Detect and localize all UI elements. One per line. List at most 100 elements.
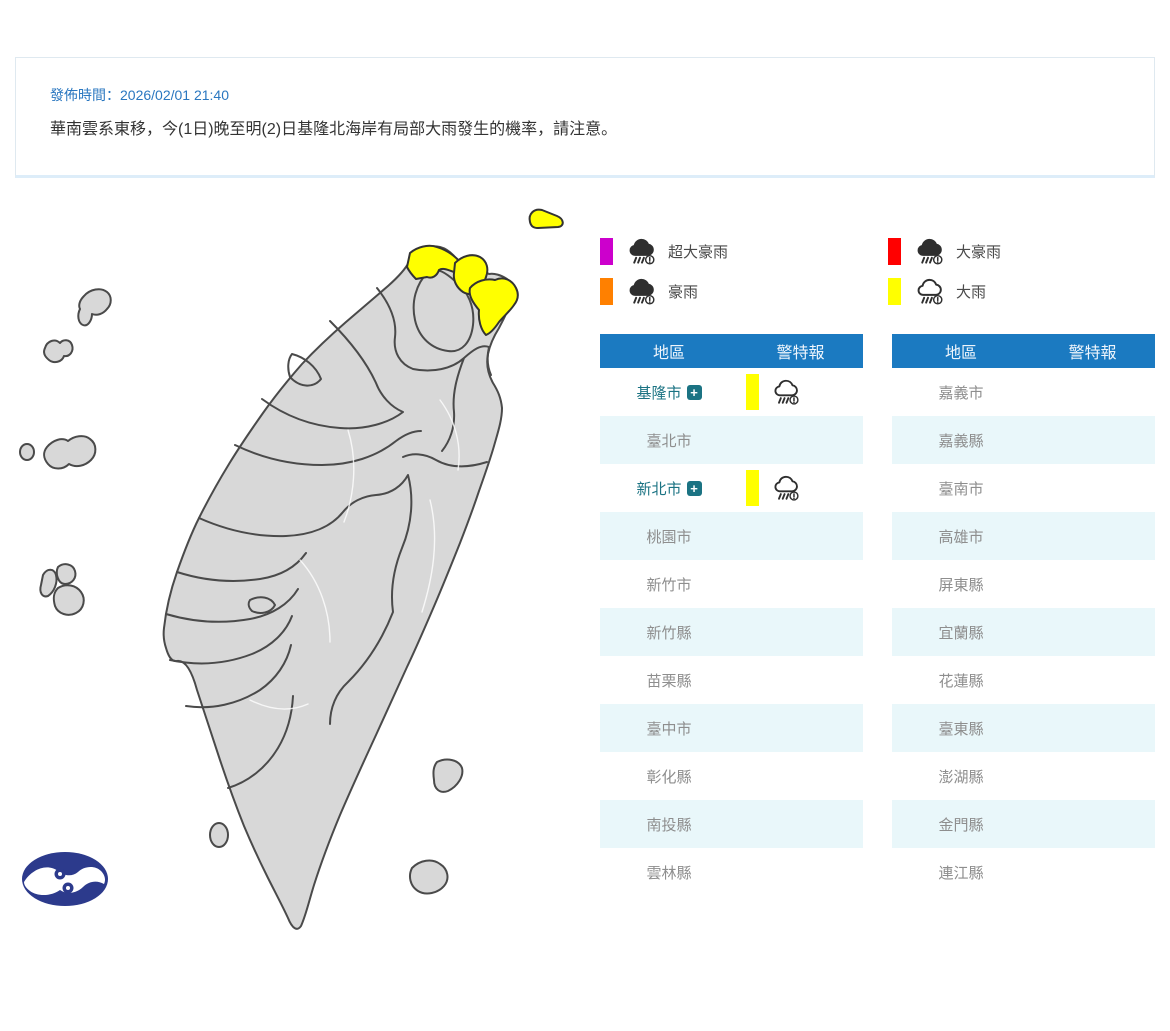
legend-color-swatch (600, 278, 613, 305)
region-cell: 花蓮縣 (892, 670, 1030, 691)
region-cell: 雲林縣 (600, 862, 738, 883)
region-cell: 桃園市 (600, 526, 738, 547)
table-row[interactable]: 新北市 + (600, 464, 863, 512)
region-name: 宜蘭縣 (938, 622, 983, 643)
rain-cloud-icon (771, 473, 801, 503)
region-cell: 新竹縣 (600, 622, 738, 643)
legend-color-swatch (888, 238, 901, 265)
column-header-warning: 警特報 (738, 339, 863, 363)
region-cell: 苗栗縣 (600, 670, 738, 691)
region-name: 桃園市 (646, 526, 691, 547)
region-cell: 彰化縣 (600, 766, 738, 787)
region-cell: 屏東縣 (892, 574, 1030, 595)
rain-cloud-icon (914, 236, 945, 267)
legend-label: 豪雨 (668, 281, 698, 302)
region-name: 屏東縣 (938, 574, 983, 595)
region-cell: 臺南市 (892, 478, 1030, 499)
table-row: 新竹縣 (600, 608, 863, 656)
legend-color-swatch (888, 278, 901, 305)
highlight-islet (530, 210, 563, 228)
legend-label: 超大豪雨 (668, 241, 728, 262)
table-row: 臺中市 (600, 704, 863, 752)
region-cell: 臺北市 (600, 430, 738, 451)
warning-table-west: 地區警特報基隆市 + 臺北市新北市 + 桃園市新竹市新竹縣苗栗縣臺中市彰化縣南投縣雲… (600, 334, 863, 896)
column-header-warning: 警特報 (1030, 339, 1155, 363)
table-row: 臺南市 (892, 464, 1155, 512)
legend-label: 大雨 (956, 281, 986, 302)
region-name: 新竹市 (646, 574, 691, 595)
warning-table-east: 地區警特報嘉義市嘉義縣臺南市高雄市屏東縣宜蘭縣花蓮縣臺東縣澎湖縣金門縣連江縣 (892, 334, 1155, 896)
table-row[interactable]: 基隆市 + (600, 368, 863, 416)
rain-cloud-icon (626, 236, 657, 267)
region-name: 臺南市 (938, 478, 983, 499)
table-row: 嘉義縣 (892, 416, 1155, 464)
region-cell: 高雄市 (892, 526, 1030, 547)
warning-notice-box: 發佈時間：2026/02/01 21:40 華南雲系東移，今(1日)晚至明(2)… (15, 57, 1155, 178)
region-cell: 臺中市 (600, 718, 738, 739)
rain-cloud-icon (626, 276, 657, 307)
region-cell: 基隆市 + (600, 382, 738, 403)
warning-cell (738, 470, 863, 506)
region-name: 苗栗縣 (646, 670, 691, 691)
region-name[interactable]: 基隆市 (636, 382, 681, 403)
expand-plus-icon[interactable]: + (687, 385, 702, 400)
expand-plus-icon[interactable]: + (687, 481, 702, 496)
region-cell: 南投縣 (600, 814, 738, 835)
region-name: 臺中市 (646, 718, 691, 739)
region-cell: 宜蘭縣 (892, 622, 1030, 643)
warning-description: 華南雲系東移，今(1日)晚至明(2)日基隆北海岸有局部大雨發生的機率，請注意。 (50, 115, 617, 139)
warning-level-bar (746, 374, 759, 410)
legend-item: 超大豪雨 (600, 236, 888, 267)
table-row: 雲林縣 (600, 848, 863, 896)
table-row: 金門縣 (892, 800, 1155, 848)
warning-level-bar (746, 470, 759, 506)
table-row: 新竹市 (600, 560, 863, 608)
table-row: 澎湖縣 (892, 752, 1155, 800)
rain-cloud-icon (914, 276, 945, 307)
region-name: 雲林縣 (646, 862, 691, 883)
region-cell: 澎湖縣 (892, 766, 1030, 787)
publish-time: 發佈時間：2026/02/01 21:40 (50, 85, 229, 105)
table-row: 屏東縣 (892, 560, 1155, 608)
legend-item: 豪雨 (600, 276, 888, 307)
region-cell: 連江縣 (892, 862, 1030, 883)
legend-item: 大豪雨 (888, 236, 1160, 267)
cwa-logo (22, 852, 108, 906)
table-row: 臺東縣 (892, 704, 1155, 752)
region-name: 新竹縣 (646, 622, 691, 643)
region-name: 高雄市 (938, 526, 983, 547)
rain-cloud-icon (771, 377, 801, 407)
region-name[interactable]: 新北市 (636, 478, 681, 499)
table-row: 彰化縣 (600, 752, 863, 800)
region-cell: 嘉義縣 (892, 430, 1030, 451)
region-name: 臺東縣 (938, 718, 983, 739)
table-row: 花蓮縣 (892, 656, 1155, 704)
region-name: 南投縣 (646, 814, 691, 835)
legend-item: 大雨 (888, 276, 1160, 307)
region-cell: 臺東縣 (892, 718, 1030, 739)
table-row: 宜蘭縣 (892, 608, 1155, 656)
rain-legend: 超大豪雨 大豪雨 豪雨 (600, 236, 1170, 316)
legend-color-swatch (600, 238, 613, 265)
table-row: 臺北市 (600, 416, 863, 464)
region-name: 澎湖縣 (938, 766, 983, 787)
warning-cell (738, 374, 863, 410)
region-name: 彰化縣 (646, 766, 691, 787)
region-name: 花蓮縣 (938, 670, 983, 691)
region-cell: 嘉義市 (892, 382, 1030, 403)
table-row: 連江縣 (892, 848, 1155, 896)
region-name: 嘉義縣 (938, 430, 983, 451)
table-row: 嘉義市 (892, 368, 1155, 416)
table-row: 高雄市 (892, 512, 1155, 560)
table-header: 地區警特報 (892, 334, 1155, 368)
region-name: 連江縣 (938, 862, 983, 883)
region-name: 臺北市 (646, 430, 691, 451)
taiwan-map[interactable] (0, 190, 580, 940)
region-cell: 金門縣 (892, 814, 1030, 835)
column-header-region: 地區 (600, 339, 738, 363)
region-name: 金門縣 (938, 814, 983, 835)
table-row: 南投縣 (600, 800, 863, 848)
table-row: 苗栗縣 (600, 656, 863, 704)
region-cell: 新竹市 (600, 574, 738, 595)
table-header: 地區警特報 (600, 334, 863, 368)
